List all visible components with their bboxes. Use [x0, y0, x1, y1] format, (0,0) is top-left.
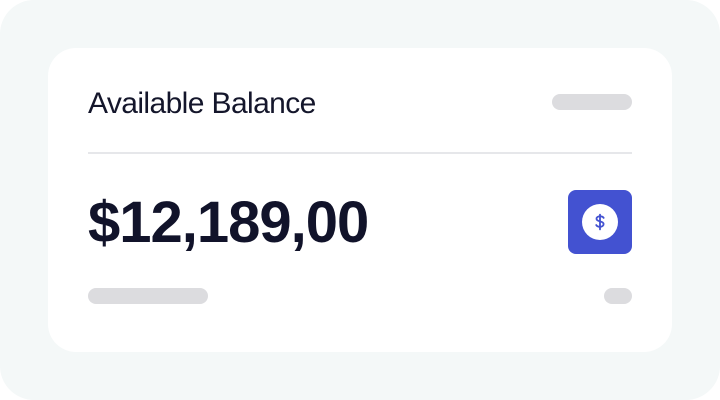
balance-card: Available Balance $12,189,00	[48, 48, 672, 352]
balance-title: Available Balance	[88, 87, 316, 120]
placeholder-pill-top	[552, 94, 632, 110]
dollar-button[interactable]	[568, 190, 632, 254]
placeholder-pill-bottom-right	[604, 288, 632, 304]
widget-frame: Available Balance $12,189,00	[0, 0, 720, 400]
placeholder-pill-bottom-left	[88, 288, 208, 304]
divider	[88, 152, 632, 154]
dollar-icon	[582, 204, 618, 240]
balance-amount: $12,189,00	[88, 190, 369, 255]
